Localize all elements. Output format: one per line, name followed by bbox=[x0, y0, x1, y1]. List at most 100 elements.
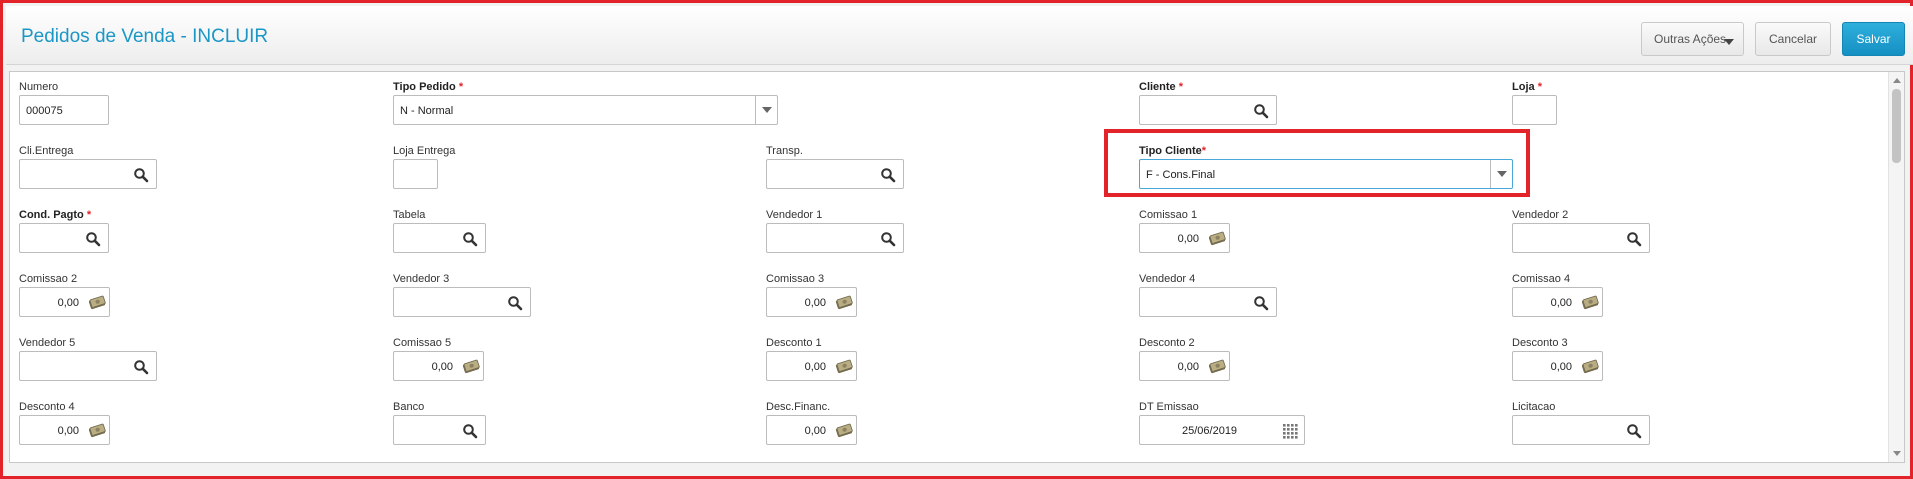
vendedor1-input[interactable] bbox=[766, 223, 904, 253]
loja-input[interactable] bbox=[1512, 95, 1557, 125]
form-panel: Numero 000075 Tipo Pedido * N - Normal C… bbox=[9, 71, 1905, 463]
page-title: Pedidos de Venda - INCLUIR bbox=[21, 26, 269, 47]
scroll-down-icon[interactable] bbox=[1893, 451, 1901, 456]
comissao2-value: 0,00 bbox=[57, 297, 79, 309]
search-icon[interactable] bbox=[85, 231, 101, 247]
search-icon[interactable] bbox=[1253, 295, 1269, 311]
licitacao-input[interactable] bbox=[1512, 415, 1650, 445]
scroll-up-icon[interactable] bbox=[1893, 78, 1901, 83]
cliente-input[interactable] bbox=[1139, 95, 1277, 125]
money-icon bbox=[88, 423, 106, 439]
vendedor5-input[interactable] bbox=[19, 351, 157, 381]
loja-label: Loja * bbox=[1512, 81, 1542, 93]
money-icon bbox=[1208, 231, 1226, 247]
transp-input[interactable] bbox=[766, 159, 904, 189]
loja-entrega-label: Loja Entrega bbox=[393, 145, 456, 157]
money-icon bbox=[835, 295, 853, 311]
loja-entrega-input[interactable] bbox=[393, 159, 438, 189]
money-icon bbox=[88, 295, 106, 311]
vendedor3-label: Vendedor 3 bbox=[393, 273, 450, 285]
calendar-icon[interactable] bbox=[1282, 423, 1298, 439]
desconto3-input[interactable]: 0,00 bbox=[1512, 351, 1603, 381]
comissao1-input[interactable]: 0,00 bbox=[1139, 223, 1230, 253]
highlight-box bbox=[1104, 129, 1530, 197]
desconto2-input[interactable]: 0,00 bbox=[1139, 351, 1230, 381]
dt-emissao-input[interactable]: 25/06/2019 bbox=[1139, 415, 1305, 445]
vendedor2-input[interactable] bbox=[1512, 223, 1650, 253]
banco-label: Banco bbox=[393, 401, 425, 413]
transp-label: Transp. bbox=[766, 145, 803, 157]
outras-acoes-label: Outras Ações bbox=[1654, 32, 1727, 46]
search-icon[interactable] bbox=[462, 231, 478, 247]
cond-pagto-input[interactable] bbox=[19, 223, 109, 253]
tipo-pedido-value: N - Normal bbox=[400, 105, 454, 117]
desconto1-input[interactable]: 0,00 bbox=[766, 351, 857, 381]
search-icon[interactable] bbox=[507, 295, 523, 311]
desconto2-label: Desconto 2 bbox=[1139, 337, 1195, 349]
search-icon[interactable] bbox=[133, 359, 149, 375]
comissao2-label: Comissao 2 bbox=[19, 273, 78, 285]
comissao2-input[interactable]: 0,00 bbox=[19, 287, 110, 317]
comissao3-input[interactable]: 0,00 bbox=[766, 287, 857, 317]
cancel-button[interactable]: Cancelar bbox=[1755, 22, 1831, 56]
save-button[interactable]: Salvar bbox=[1842, 22, 1905, 56]
comissao1-label: Comissao 1 bbox=[1139, 209, 1198, 221]
search-icon[interactable] bbox=[880, 167, 896, 183]
numero-input[interactable]: 000075 bbox=[19, 95, 109, 125]
vendedor5-label: Vendedor 5 bbox=[19, 337, 76, 349]
cliente-label: Cliente * bbox=[1139, 81, 1184, 93]
desc-financ-label: Desc.Financ. bbox=[766, 401, 831, 413]
search-icon[interactable] bbox=[880, 231, 896, 247]
desconto3-label: Desconto 3 bbox=[1512, 337, 1568, 349]
search-icon[interactable] bbox=[133, 167, 149, 183]
money-icon bbox=[1581, 295, 1599, 311]
vendedor4-label: Vendedor 4 bbox=[1139, 273, 1196, 285]
numero-label: Numero bbox=[19, 81, 59, 93]
vendedor1-label: Vendedor 1 bbox=[766, 209, 823, 221]
desconto4-input[interactable]: 0,00 bbox=[19, 415, 110, 445]
desc-financ-input[interactable]: 0,00 bbox=[766, 415, 857, 445]
search-icon[interactable] bbox=[462, 423, 478, 439]
search-icon[interactable] bbox=[1253, 103, 1269, 119]
licitacao-label: Licitacao bbox=[1512, 401, 1556, 413]
vertical-scrollbar[interactable] bbox=[1888, 72, 1904, 462]
numero-value: 000075 bbox=[26, 105, 63, 117]
vendedor3-input[interactable] bbox=[393, 287, 531, 317]
tipo-pedido-select[interactable]: N - Normal bbox=[393, 95, 778, 125]
money-icon bbox=[1581, 359, 1599, 375]
chevron-down-icon[interactable] bbox=[755, 96, 777, 124]
comissao5-label: Comissao 5 bbox=[393, 337, 452, 349]
desconto3-value: 0,00 bbox=[1550, 361, 1572, 373]
scroll-thumb[interactable] bbox=[1892, 89, 1901, 163]
money-icon bbox=[835, 423, 853, 439]
comissao3-value: 0,00 bbox=[804, 297, 826, 309]
vendedor4-input[interactable] bbox=[1139, 287, 1277, 317]
vendedor2-label: Vendedor 2 bbox=[1512, 209, 1569, 221]
cli-entrega-input[interactable] bbox=[19, 159, 157, 189]
comissao1-value: 0,00 bbox=[1177, 233, 1199, 245]
money-icon bbox=[462, 359, 480, 375]
outras-acoes-button[interactable]: Outras Ações bbox=[1641, 22, 1744, 56]
money-icon bbox=[1208, 359, 1226, 375]
search-icon[interactable] bbox=[1626, 231, 1642, 247]
caret-down-icon bbox=[1724, 39, 1734, 45]
desconto2-value: 0,00 bbox=[1177, 361, 1199, 373]
comissao4-input[interactable]: 0,00 bbox=[1512, 287, 1603, 317]
window-frame: Pedidos de Venda - INCLUIR Outras Ações … bbox=[0, 0, 1913, 479]
desconto4-value: 0,00 bbox=[57, 425, 79, 437]
desconto1-label: Desconto 1 bbox=[766, 337, 822, 349]
tabela-input[interactable] bbox=[393, 223, 486, 253]
search-icon[interactable] bbox=[1626, 423, 1642, 439]
dt-emissao-value: 25/06/2019 bbox=[1182, 425, 1238, 437]
banco-input[interactable] bbox=[393, 415, 486, 445]
comissao5-input[interactable]: 0,00 bbox=[393, 351, 484, 381]
cli-entrega-label: Cli.Entrega bbox=[19, 145, 74, 157]
money-icon bbox=[835, 359, 853, 375]
tabela-label: Tabela bbox=[393, 209, 426, 221]
comissao3-label: Comissao 3 bbox=[766, 273, 825, 285]
cond-pagto-label: Cond. Pagto * bbox=[19, 209, 92, 221]
dt-emissao-label: DT Emissao bbox=[1139, 401, 1199, 413]
comissao4-label: Comissao 4 bbox=[1512, 273, 1571, 285]
comissao5-value: 0,00 bbox=[431, 361, 453, 373]
desconto4-label: Desconto 4 bbox=[19, 401, 75, 413]
